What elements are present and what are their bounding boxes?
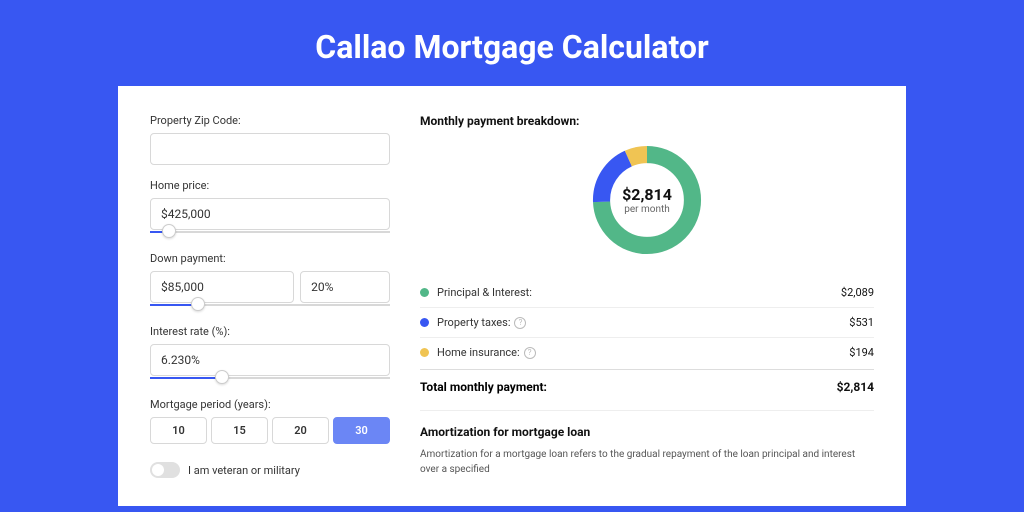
home-price-field: Home price:	[150, 179, 390, 238]
input-panel: Property Zip Code: Home price: Down paym…	[150, 114, 390, 506]
slider-thumb[interactable]	[191, 297, 205, 311]
breakdown-title: Monthly payment breakdown:	[420, 114, 874, 128]
legend-label: Home insurance:	[437, 346, 520, 359]
calculator-card: Property Zip Code: Home price: Down paym…	[118, 86, 906, 506]
interest-label: Interest rate (%):	[150, 325, 390, 338]
period-buttons: 10152030	[150, 417, 390, 444]
down-payment-input[interactable]	[150, 271, 294, 303]
total-label: Total monthly payment:	[420, 380, 547, 394]
legend-row-1: Property taxes:? $531	[420, 308, 874, 338]
slider-thumb[interactable]	[162, 224, 176, 238]
results-panel: Monthly payment breakdown: $2,814 per mo…	[420, 114, 874, 506]
info-icon[interactable]: ?	[524, 347, 536, 359]
period-label: Mortgage period (years):	[150, 398, 390, 411]
amortization-section: Amortization for mortgage loan Amortizat…	[420, 410, 874, 477]
legend-row-2: Home insurance:? $194	[420, 338, 874, 367]
amort-title: Amortization for mortgage loan	[420, 425, 874, 439]
interest-slider[interactable]	[150, 374, 390, 384]
donut-value: $2,814	[622, 185, 672, 204]
down-payment-field: Down payment:	[150, 252, 390, 311]
period-button-10[interactable]: 10	[150, 417, 207, 444]
amort-text: Amortization for a mortgage loan refers …	[420, 447, 874, 477]
donut-sub: per month	[624, 204, 670, 215]
zip-field: Property Zip Code:	[150, 114, 390, 165]
veteran-toggle[interactable]	[150, 462, 180, 478]
slider-thumb[interactable]	[215, 370, 229, 384]
down-payment-slider[interactable]	[150, 301, 390, 311]
legend-row-0: Principal & Interest: $2,089	[420, 278, 874, 308]
home-price-input[interactable]	[150, 198, 390, 230]
down-payment-label: Down payment:	[150, 252, 390, 265]
info-icon[interactable]: ?	[514, 317, 526, 329]
total-row: Total monthly payment: $2,814	[420, 369, 874, 410]
legend-value: $531	[849, 316, 874, 329]
period-button-20[interactable]: 20	[272, 417, 329, 444]
period-button-30[interactable]: 30	[333, 417, 390, 444]
veteran-label: I am veteran or military	[188, 464, 300, 477]
home-price-label: Home price:	[150, 179, 390, 192]
legend-value: $2,089	[841, 286, 874, 299]
legend-dot	[420, 318, 429, 327]
legend-dot	[420, 288, 429, 297]
legend: Principal & Interest: $2,089 Property taxe…	[420, 278, 874, 367]
interest-field: Interest rate (%):	[150, 325, 390, 384]
page-title: Callao Mortgage Calculator	[0, 28, 1024, 66]
interest-input[interactable]	[150, 344, 390, 376]
legend-label: Principal & Interest:	[437, 286, 532, 299]
legend-value: $194	[849, 346, 874, 359]
down-payment-pct-input[interactable]	[300, 271, 390, 303]
total-value: $2,814	[837, 380, 874, 394]
page-header: Callao Mortgage Calculator	[0, 0, 1024, 86]
period-field: Mortgage period (years): 10152030	[150, 398, 390, 444]
zip-label: Property Zip Code:	[150, 114, 390, 127]
legend-label: Property taxes:	[437, 316, 510, 329]
veteran-row: I am veteran or military	[150, 462, 390, 478]
legend-dot	[420, 348, 429, 357]
zip-input[interactable]	[150, 133, 390, 165]
period-button-15[interactable]: 15	[211, 417, 268, 444]
donut-chart: $2,814 per month	[420, 140, 874, 260]
home-price-slider[interactable]	[150, 228, 390, 238]
